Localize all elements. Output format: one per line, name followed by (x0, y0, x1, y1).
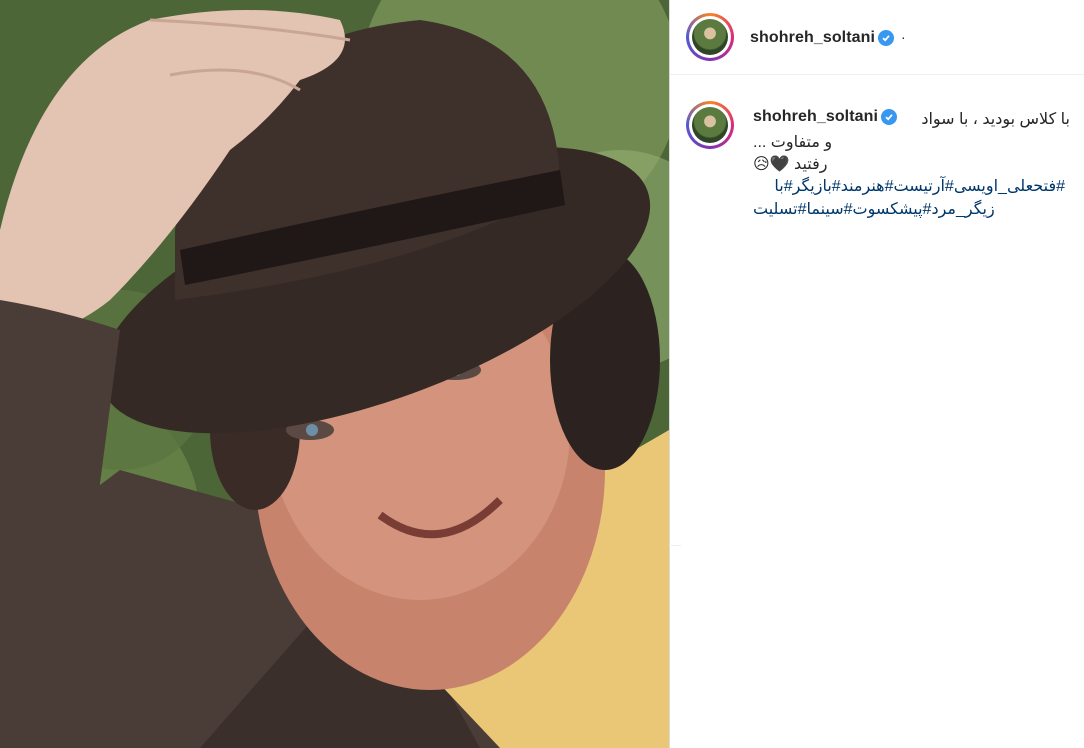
header-username[interactable]: shohreh_soltani (750, 29, 875, 47)
header-dot: · (901, 29, 906, 45)
divider-line (669, 545, 681, 546)
caption-line-3: رفتید 🖤😥 (753, 156, 828, 173)
caption-line-2: و متفاوت ... (753, 134, 833, 151)
caption-line-1: با کلاس بودید ، با سواد (921, 111, 1070, 128)
panel-divider (669, 0, 670, 748)
post-header: shohreh_soltani · (670, 0, 1084, 75)
post-image[interactable] (0, 0, 669, 748)
caption-avatar[interactable] (686, 101, 734, 149)
portrait-illustration (0, 0, 669, 748)
verified-badge-icon (878, 30, 894, 46)
hashtags-line-1[interactable]: #فتحعلی_اویسی#آرتیست#هنرمند#بازیگر#با (753, 175, 1065, 198)
hashtags-line-2[interactable]: زیگر_مرد#پیشکسوت#سینما#تسلیت (753, 198, 1068, 221)
verified-badge-icon (881, 109, 897, 125)
header-avatar[interactable] (686, 13, 734, 61)
caption-username[interactable]: shohreh_soltani (753, 108, 878, 126)
